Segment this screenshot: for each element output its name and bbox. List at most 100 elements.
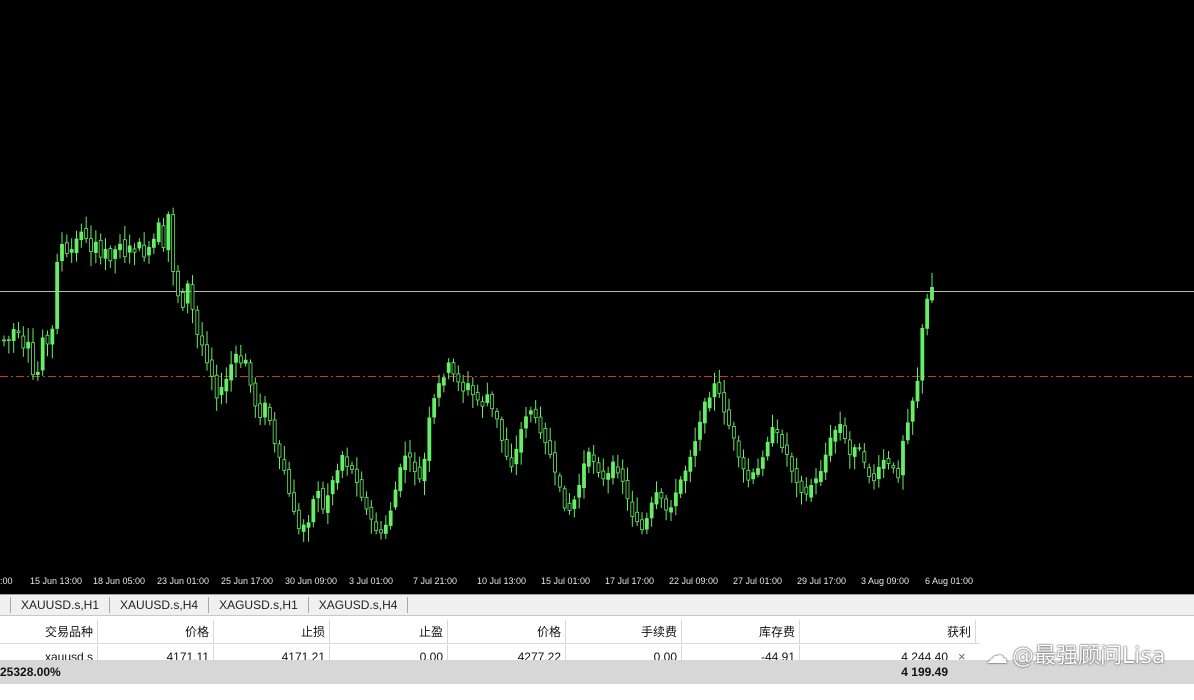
candle bbox=[60, 232, 64, 272]
col-header-symbol[interactable]: 交易品种 bbox=[0, 620, 98, 644]
candle bbox=[369, 500, 374, 534]
col-header-stop-loss[interactable]: 止损 bbox=[214, 620, 330, 644]
candle bbox=[809, 478, 814, 503]
candle bbox=[615, 454, 620, 479]
candle bbox=[383, 515, 388, 540]
col-header-open-price[interactable]: 价格 bbox=[98, 620, 214, 644]
candle bbox=[248, 359, 253, 393]
tab-xagusd-h1[interactable]: XAGUSD.s,H1 bbox=[208, 597, 308, 613]
time-axis-label: 17 Jul 17:00 bbox=[605, 576, 655, 586]
candle bbox=[122, 225, 127, 263]
price-chart[interactable] bbox=[0, 0, 1194, 592]
tab-xauusd-h4[interactable]: XAUUSD.s,H4 bbox=[109, 597, 208, 613]
candle bbox=[867, 463, 872, 484]
candle bbox=[818, 460, 823, 487]
candle bbox=[572, 495, 577, 518]
candle bbox=[673, 478, 678, 516]
time-axis-label: 18 Jun 05:00 bbox=[93, 576, 146, 586]
time-axis-label: :00 bbox=[0, 576, 13, 586]
time-axis-label: 15 Jul 01:00 bbox=[541, 576, 591, 586]
candle bbox=[379, 520, 383, 540]
candle bbox=[475, 384, 480, 406]
col-header-current-price[interactable]: 价格 bbox=[448, 620, 566, 644]
time-axis-label: 15 Jun 13:00 bbox=[30, 576, 83, 586]
candle bbox=[127, 234, 132, 264]
candle bbox=[388, 502, 393, 530]
candle bbox=[398, 463, 403, 498]
candle bbox=[79, 223, 84, 248]
candle bbox=[176, 265, 180, 304]
tab-xagusd-h4[interactable]: XAGUSD.s,H4 bbox=[307, 597, 409, 613]
time-axis-label: 7 Jul 21:00 bbox=[413, 576, 458, 586]
summary-percentage: 25328.00% bbox=[0, 665, 61, 679]
candle bbox=[118, 234, 122, 259]
candle bbox=[253, 377, 258, 418]
candle bbox=[828, 425, 833, 462]
candle bbox=[98, 233, 103, 265]
candle bbox=[412, 452, 417, 486]
candle bbox=[292, 479, 296, 515]
candle bbox=[838, 411, 843, 441]
time-axis-label: 10 Jul 13:00 bbox=[477, 576, 527, 586]
candle bbox=[557, 472, 562, 493]
candle bbox=[688, 449, 693, 483]
candle bbox=[693, 427, 698, 468]
candle bbox=[717, 369, 722, 398]
terminal-header-row: 交易品种 价格 止损 止盈 价格 手续费 库存费 获利 bbox=[0, 620, 980, 644]
tab-xauusd-h1[interactable]: XAUUSD.s,H1 bbox=[10, 597, 109, 613]
candle bbox=[287, 461, 292, 497]
col-header-commission[interactable]: 手续费 bbox=[566, 620, 682, 644]
candle bbox=[857, 443, 862, 452]
candlestick-chart-svg[interactable] bbox=[0, 0, 1194, 592]
candle bbox=[567, 493, 572, 515]
candle bbox=[843, 417, 847, 444]
candle bbox=[272, 412, 277, 453]
candle bbox=[606, 466, 611, 494]
candle bbox=[403, 441, 408, 484]
candle bbox=[311, 495, 316, 528]
candle bbox=[31, 328, 35, 380]
candle bbox=[45, 330, 50, 357]
candle bbox=[930, 272, 934, 304]
candle bbox=[229, 351, 234, 392]
candle bbox=[533, 400, 538, 424]
candle bbox=[519, 421, 524, 465]
candle bbox=[910, 397, 915, 435]
candle bbox=[470, 377, 475, 408]
candle bbox=[896, 460, 901, 483]
candle bbox=[562, 485, 567, 512]
candle bbox=[282, 445, 287, 475]
candle bbox=[219, 372, 224, 405]
candle bbox=[495, 408, 499, 428]
candle bbox=[69, 238, 74, 264]
candle bbox=[601, 458, 606, 486]
candle bbox=[664, 495, 669, 521]
candle bbox=[335, 463, 340, 490]
candle bbox=[200, 322, 205, 357]
candle bbox=[321, 481, 325, 515]
candle bbox=[891, 462, 896, 474]
candle bbox=[350, 461, 354, 475]
candle bbox=[345, 447, 350, 476]
candle bbox=[770, 414, 775, 447]
candle bbox=[16, 321, 21, 339]
candle bbox=[490, 391, 495, 418]
trading-terminal-window: :00 15 Jun 13:00 18 Jun 05:00 23 Jun 01:00 2… bbox=[0, 0, 1194, 700]
candle bbox=[64, 234, 69, 258]
candle bbox=[799, 475, 804, 505]
candle bbox=[611, 455, 615, 485]
col-header-profit[interactable]: 获利 bbox=[800, 620, 976, 644]
candle bbox=[40, 329, 45, 376]
watermark-text: @最强顾问Lisa bbox=[1012, 644, 1166, 669]
candle bbox=[234, 345, 238, 378]
col-header-take-profit[interactable]: 止盈 bbox=[330, 620, 448, 644]
candle bbox=[741, 449, 746, 483]
time-axis-label: 23 Jun 01:00 bbox=[157, 576, 210, 586]
time-axis-label: 3 Jul 01:00 bbox=[349, 576, 394, 586]
candle bbox=[630, 490, 635, 527]
col-header-swap[interactable]: 库存费 bbox=[682, 620, 800, 644]
candle bbox=[325, 483, 330, 525]
time-axis-label: 22 Jul 09:00 bbox=[669, 576, 719, 586]
time-axis-label: 25 Jun 17:00 bbox=[221, 576, 274, 586]
candle bbox=[582, 450, 586, 499]
